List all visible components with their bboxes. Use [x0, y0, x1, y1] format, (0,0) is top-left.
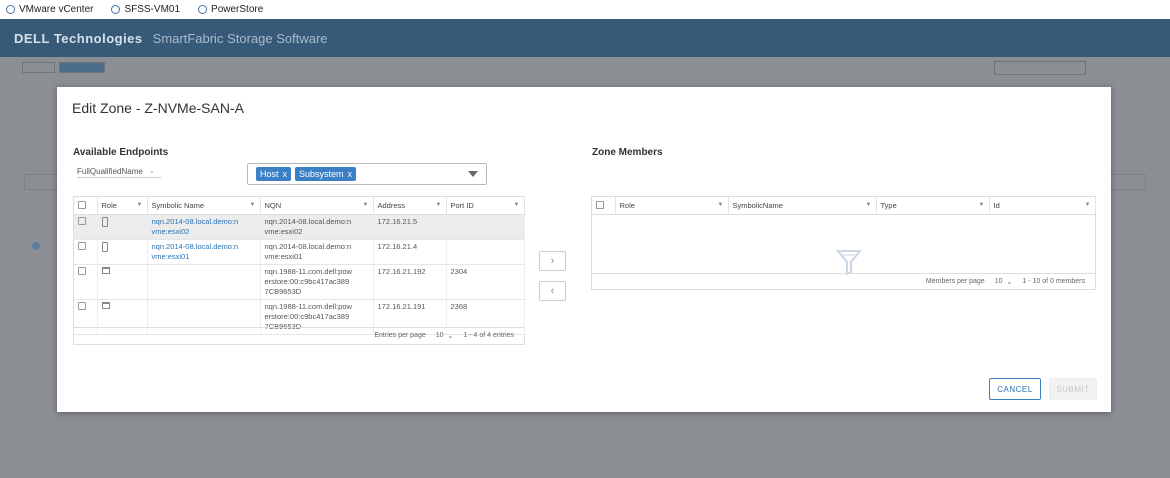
table-row[interactable]: nqn.2014-08.local.demo:n vme:esxi01 nqn.…: [74, 239, 525, 265]
remove-member-button[interactable]: ‹: [539, 281, 566, 301]
app-header: DELL Technologies SmartFabric Storage So…: [0, 19, 1170, 57]
remove-tag-icon[interactable]: x: [283, 169, 288, 179]
members-grid: Role ▼ SymbolicName ▼ Type ▼ Id ▼ Members pe…: [591, 196, 1096, 290]
filter-icon[interactable]: ▼: [250, 202, 256, 208]
filter-icon[interactable]: ▼: [866, 202, 872, 208]
filter-field-select[interactable]: FullQualifiedName ⌄: [77, 165, 161, 178]
bookmark-label: PowerStore: [211, 4, 264, 15]
address-cell: 172.16.21.5: [373, 214, 447, 240]
background-control: [994, 61, 1086, 75]
nqn-cell: nqn.2014-08.local.demo:n vme:esxi02: [260, 214, 374, 240]
globe-icon: [6, 5, 15, 14]
select-all-cell: [592, 197, 616, 215]
filter-icon[interactable]: ▼: [979, 202, 985, 208]
bookmarks-bar: VMware vCenter SFSS-VM01 PowerStore: [0, 0, 1170, 19]
per-page-select[interactable]: 10 ⌄: [995, 278, 1013, 286]
column-header-address[interactable]: Address ▼: [373, 197, 447, 215]
submit-button[interactable]: SUBMIT: [1049, 378, 1097, 400]
filter-icon[interactable]: ▼: [718, 202, 724, 208]
select-all-checkbox[interactable]: [78, 200, 86, 209]
pagination-range: 1 - 4 of 4 entries: [463, 332, 514, 339]
bookmark-label: VMware vCenter: [19, 4, 94, 15]
nqn-cell: nqn.2014-08.local.demo:n vme:esxi01: [260, 239, 374, 265]
column-header-role[interactable]: Role ▼: [97, 197, 148, 215]
grid-header-row: Role ▼ Symbolic Name ▼ NQN ▼ Address ▼ Port …: [74, 197, 525, 215]
filter-icon[interactable]: ▼: [1085, 202, 1091, 208]
globe-icon: [111, 5, 121, 14]
tag-label: Host: [260, 169, 279, 179]
filter-icon[interactable]: ▼: [436, 202, 442, 208]
row-checkbox[interactable]: [78, 242, 86, 250]
per-page-label: Members per page: [925, 278, 985, 285]
chevron-down-icon: ⌄: [1006, 278, 1013, 286]
bookmark-sfss[interactable]: SFSS-VM01: [111, 4, 180, 15]
filter-tag-subsystem: Subsystem x: [295, 167, 357, 181]
pagination-range: 1 - 10 of 0 members: [1022, 278, 1085, 285]
host-icon: [101, 217, 108, 227]
brand-logo: DELL Technologies: [14, 30, 143, 46]
host-icon: [101, 242, 108, 252]
filter-field-value: FullQualifiedName: [77, 166, 143, 176]
address-cell: 172.16.21.4: [373, 239, 447, 265]
endpoints-pagination: Entries per page 10 ⌄ 1 - 4 of 4 entries: [74, 327, 524, 343]
nqn-cell: nqn.1988-11.com.dell:pow erstore:00:c9bc…: [260, 264, 374, 300]
dialog-title: Edit Zone - Z-NVMe-SAN-A: [72, 100, 244, 116]
row-checkbox[interactable]: [78, 217, 86, 225]
cancel-button[interactable]: CANCEL: [989, 378, 1041, 400]
subtab-2: [59, 61, 105, 73]
tag-label: Subsystem: [299, 169, 344, 179]
column-header-port-id[interactable]: Port ID ▼: [446, 197, 525, 215]
column-header-id[interactable]: Id ▼: [989, 197, 1096, 215]
per-page-label: Entries per page: [374, 332, 426, 339]
globe-icon: [198, 5, 208, 14]
port-id-cell: [446, 239, 525, 265]
column-header-nqn[interactable]: NQN ▼: [260, 197, 374, 215]
edit-zone-dialog: Edit Zone - Z-NVMe-SAN-A Available Endpo…: [57, 87, 1111, 412]
column-header-symbolic-name[interactable]: SymbolicName ▼: [728, 197, 877, 215]
endpoints-grid: Role ▼ Symbolic Name ▼ NQN ▼ Address ▼ Port …: [73, 196, 525, 345]
storage-icon: [101, 267, 110, 274]
table-row[interactable]: nqn.1988-11.com.dell:pow erstore:00:c9bc…: [74, 264, 525, 300]
product-name: SmartFabric Storage Software: [152, 30, 328, 46]
add-member-button[interactable]: ›: [539, 251, 566, 271]
storage-icon: [101, 302, 110, 309]
port-id-cell: 2304: [446, 264, 525, 300]
port-id-cell: [446, 214, 525, 240]
select-all-checkbox[interactable]: [596, 200, 604, 209]
row-checkbox[interactable]: [78, 302, 86, 310]
zone-members-title: Zone Members: [592, 147, 663, 158]
chevron-down-icon: ⌄: [148, 168, 155, 175]
subtab-1: [22, 61, 56, 73]
per-page-select[interactable]: 10 ⌄: [436, 332, 454, 340]
role-filter-multiselect[interactable]: Host x Subsystem x: [247, 163, 487, 185]
column-header-type[interactable]: Type ▼: [876, 197, 990, 215]
row-checkbox[interactable]: [78, 267, 86, 275]
column-header-role[interactable]: Role ▼: [615, 197, 729, 215]
filter-icon[interactable]: ▼: [363, 202, 369, 208]
available-endpoints-title: Available Endpoints: [73, 147, 169, 158]
filter-icon[interactable]: ▼: [514, 202, 520, 208]
remove-tag-icon[interactable]: x: [348, 169, 353, 179]
symbolic-name-cell[interactable]: nqn.2014-08.local.demo:n vme:esxi01: [147, 239, 261, 265]
symbolic-name-cell[interactable]: nqn.2014-08.local.demo:n vme:esxi02: [147, 214, 261, 240]
address-cell: 172.16.21.192: [373, 264, 447, 300]
grid-header-row: Role ▼ SymbolicName ▼ Type ▼ Id ▼: [592, 197, 1096, 215]
background-indicator: [32, 242, 40, 250]
table-row[interactable]: nqn.2014-08.local.demo:n vme:esxi02 nqn.…: [74, 214, 525, 240]
bookmark-powerstore[interactable]: PowerStore: [198, 4, 263, 15]
dropdown-caret-icon[interactable]: [468, 171, 478, 177]
bookmark-label: SFSS-VM01: [124, 4, 181, 15]
chevron-down-icon: ⌄: [447, 332, 454, 340]
filter-icon[interactable]: ▼: [137, 202, 143, 208]
column-header-symbolic-name[interactable]: Symbolic Name ▼: [147, 197, 261, 215]
select-all-cell: [74, 197, 98, 215]
symbolic-name-cell: [147, 264, 261, 300]
filter-tag-host: Host x: [256, 167, 292, 181]
bookmark-vcenter[interactable]: VMware vCenter: [6, 4, 93, 15]
members-pagination: Members per page 10 ⌄ 1 - 10 of 0 members: [592, 273, 1095, 289]
